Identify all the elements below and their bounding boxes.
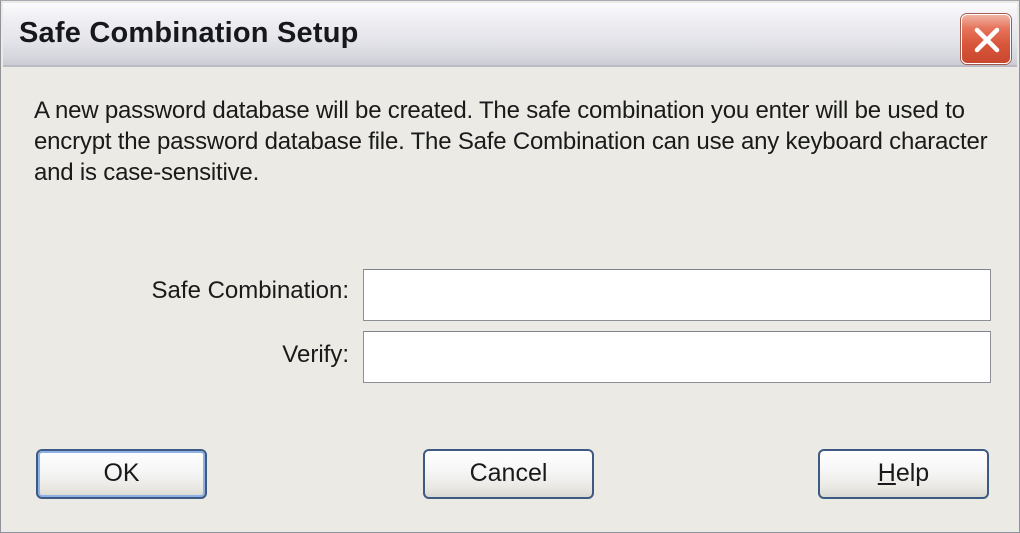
safe-combination-label: Safe Combination: [151, 277, 349, 304]
ok-button-label: OK [103, 459, 140, 487]
close-button[interactable] [961, 14, 1011, 64]
window-title: Safe Combination Setup [19, 17, 359, 49]
help-button-label: elp [895, 459, 930, 487]
safe-combination-input[interactable] [363, 269, 991, 321]
dialog-window: Safe Combination Setup A new password da… [0, 0, 1020, 533]
help-button[interactable]: Help [818, 449, 989, 499]
verify-input[interactable] [363, 331, 991, 383]
cancel-button[interactable]: Cancel [423, 449, 594, 499]
close-icon [974, 27, 1000, 53]
cancel-button-label: Cancel [469, 459, 548, 487]
title-bar[interactable]: Safe Combination Setup [3, 3, 1017, 67]
verify-label: Verify: [282, 341, 349, 368]
dialog-body: A new password database will be created.… [3, 69, 1017, 530]
ok-button[interactable]: OK [36, 449, 207, 499]
help-button-mnemonic: H [877, 459, 896, 487]
description-text: A new password database will be created.… [34, 97, 988, 186]
